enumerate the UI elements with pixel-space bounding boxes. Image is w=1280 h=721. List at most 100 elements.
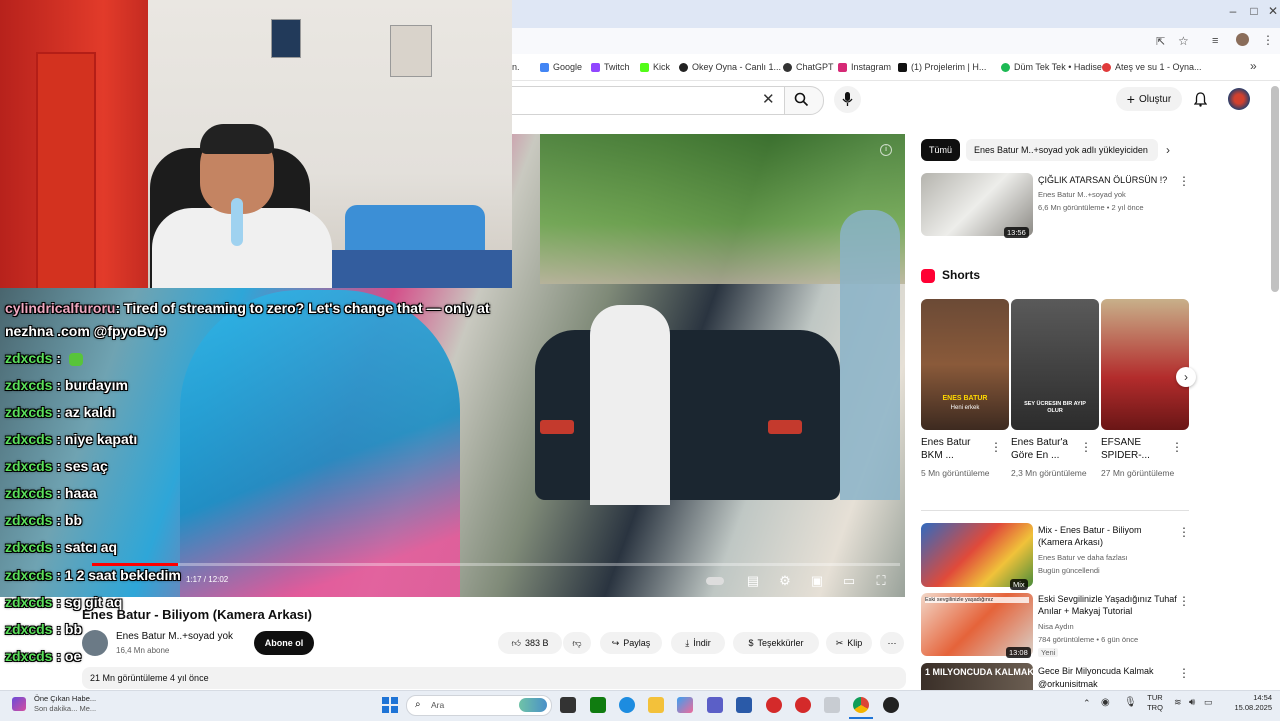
info-icon[interactable]: i bbox=[880, 144, 892, 156]
short-thumbnail[interactable]: SEY ÜCRESIN BIR AYIP OLUR bbox=[1011, 299, 1099, 430]
account-avatar[interactable] bbox=[1228, 88, 1250, 110]
thanks-button[interactable]: $ Teşekkürler bbox=[733, 632, 819, 654]
recommended-thumbnail[interactable]: 1 MILYONCUDA KALMAK bbox=[921, 663, 1033, 690]
microphone-icon bbox=[842, 92, 853, 106]
bookmark-chatgpt[interactable]: ChatGPT bbox=[783, 58, 834, 76]
share-button[interactable]: ↪ Paylaş bbox=[600, 632, 662, 654]
install-app-icon[interactable]: ⇱ bbox=[1156, 35, 1165, 48]
chat-message: zdxcds : ses aç bbox=[5, 458, 108, 474]
language-indicator[interactable]: TUR TRQ bbox=[1143, 693, 1167, 713]
volume-icon[interactable]: 🔊︎ bbox=[1189, 697, 1195, 708]
xbox-icon[interactable] bbox=[590, 697, 606, 713]
clear-search-icon[interactable]: ✕ bbox=[762, 90, 775, 108]
chrome-icon[interactable] bbox=[853, 697, 869, 713]
more-options-icon[interactable]: ⋮ bbox=[1178, 666, 1190, 680]
tray-overflow-icon[interactable]: ⌃ bbox=[1083, 698, 1091, 709]
tray-mic-icon[interactable]: 🎙︎ bbox=[1124, 697, 1137, 708]
recommended-channel[interactable]: @orkunisitmak bbox=[1038, 678, 1178, 690]
bookmark-kick[interactable]: Kick bbox=[640, 58, 670, 76]
taskbar-search-box[interactable]: ⌕ Ara bbox=[406, 695, 552, 716]
channel-name[interactable]: Enes Batur M..+soyad yok bbox=[116, 631, 233, 642]
edge-icon[interactable] bbox=[619, 697, 635, 713]
app-icon-red[interactable] bbox=[766, 697, 782, 713]
recommended-title[interactable]: ÇIĞLIK ATARSAN ÖLÜRSÜN !? bbox=[1038, 174, 1178, 186]
profile-avatar[interactable] bbox=[1236, 33, 1249, 46]
notifications-bell-icon[interactable] bbox=[1194, 92, 1207, 107]
shorts-next-button[interactable]: › bbox=[1176, 367, 1196, 387]
task-view-icon[interactable] bbox=[560, 697, 576, 713]
bookmarks-overflow-icon[interactable]: » bbox=[1250, 59, 1257, 73]
chip-from-uploader[interactable]: Enes Batur M..+soyad yok adlı yükleyicid… bbox=[966, 139, 1158, 161]
download-button[interactable]: ⤓ İndir bbox=[671, 632, 725, 654]
short-title[interactable]: Enes Batur'a Göre En ... bbox=[1011, 436, 1081, 462]
more-options-icon[interactable]: ⋮ bbox=[990, 440, 1002, 454]
theater-mode-icon[interactable]: ▭ bbox=[840, 574, 858, 588]
more-actions-icon[interactable]: ⋯ bbox=[880, 632, 904, 654]
chat-message: nezhna .com @fpyoBvj9 bbox=[5, 323, 167, 339]
clip-button[interactable]: ✂ Klip bbox=[826, 632, 872, 654]
more-options-icon[interactable]: ⋮ bbox=[1080, 440, 1092, 454]
recommended-title[interactable]: Mix - Enes Batur - Biliyom (Kamera Arkas… bbox=[1038, 524, 1178, 548]
clock[interactable]: 14:54 15.08.2025 bbox=[1220, 693, 1272, 713]
more-options-icon[interactable]: ⋮ bbox=[1178, 525, 1190, 539]
bookmark-google[interactable]: Google bbox=[540, 58, 582, 76]
bookmark-star-icon[interactable]: ☆ bbox=[1178, 34, 1189, 48]
tray-app-icon[interactable]: ◉ bbox=[1101, 697, 1110, 708]
minimize-icon[interactable]: – bbox=[1222, 4, 1244, 18]
recommended-meta: 784 görüntüleme • 6 gün önce bbox=[1038, 635, 1139, 644]
close-icon[interactable]: ✕ bbox=[1262, 4, 1280, 18]
thanks-icon: $ bbox=[748, 638, 754, 648]
short-title[interactable]: Enes Batur BKM ... bbox=[921, 436, 991, 462]
app-icon-dark[interactable] bbox=[883, 697, 899, 713]
recommended-title[interactable]: Gece Bir Milyoncuda Kalmak bbox=[1038, 665, 1178, 677]
spotify-icon bbox=[1001, 62, 1010, 72]
file-explorer-icon[interactable] bbox=[648, 697, 664, 713]
settings-gear-icon[interactable]: ⚙ bbox=[776, 574, 794, 588]
short-thumbnail[interactable]: ENES BATUR Heni erkek bbox=[921, 299, 1009, 430]
recommended-channel[interactable]: Enes Batur ve daha fazlası bbox=[1038, 553, 1178, 562]
media-control-icon[interactable]: ≡ bbox=[1212, 35, 1218, 47]
progress-bar[interactable] bbox=[92, 563, 900, 566]
bookmark-instagram[interactable]: Instagram bbox=[838, 58, 891, 76]
short-title[interactable]: EFSANE SPIDER-... bbox=[1101, 436, 1171, 462]
more-options-icon[interactable]: ⋮ bbox=[1171, 440, 1183, 454]
news-widget-title[interactable]: Öne Çıkan Habe... bbox=[34, 694, 96, 703]
page-scrollbar[interactable] bbox=[1271, 86, 1279, 292]
bookmark-hadise[interactable]: Düm Tek Tek • Hadise bbox=[1001, 58, 1102, 76]
recommended-title[interactable]: Eski Sevgilinizle Yaşadığınız Tuhaf Anıl… bbox=[1038, 593, 1178, 617]
short-thumbnail[interactable] bbox=[1101, 299, 1189, 430]
chip-all[interactable]: Tümü bbox=[921, 139, 961, 161]
subtitles-icon[interactable]: ▤ bbox=[744, 574, 762, 588]
bookmark-partial[interactable]: n. bbox=[512, 58, 520, 76]
bookmark-ates-ve-su[interactable]: Ateş ve su 1 - Oyna... bbox=[1102, 58, 1202, 76]
create-button[interactable]: + Oluştur bbox=[1116, 87, 1182, 111]
like-button[interactable]: 👍︎ 383 B bbox=[498, 632, 562, 654]
description-box[interactable]: 21 Mn görüntüleme 4 yıl önce bbox=[82, 667, 906, 689]
recommended-channel[interactable]: Nisa Aydın bbox=[1038, 622, 1178, 631]
bookmark-okey[interactable]: Okey Oyna - Canlı 1... bbox=[679, 58, 781, 76]
miniplayer-icon[interactable]: ▣ bbox=[808, 574, 826, 588]
store-icon[interactable] bbox=[736, 697, 752, 713]
subscribe-button[interactable]: Abone ol bbox=[254, 631, 314, 655]
recommended-channel[interactable]: Enes Batur M..+soyad yok bbox=[1038, 190, 1178, 199]
bookmark-twitch[interactable]: Twitch bbox=[591, 58, 630, 76]
bookmark-projelerim[interactable]: (1) Projelerim | H... bbox=[898, 58, 986, 76]
windows-start-icon[interactable] bbox=[382, 697, 398, 713]
browser-menu-icon[interactable]: ⋮ bbox=[1262, 33, 1274, 47]
app-icon-red-2[interactable] bbox=[795, 697, 811, 713]
battery-icon[interactable]: ▭ bbox=[1204, 697, 1213, 708]
autoplay-toggle[interactable] bbox=[706, 574, 724, 588]
more-options-icon[interactable]: ⋮ bbox=[1178, 594, 1190, 608]
teams-icon[interactable] bbox=[707, 697, 723, 713]
more-options-icon[interactable]: ⋮ bbox=[1178, 174, 1190, 188]
search-input[interactable] bbox=[512, 86, 785, 115]
chevron-right-icon[interactable]: › bbox=[1166, 143, 1170, 157]
search-icon: ⌕ bbox=[415, 699, 421, 710]
wifi-icon[interactable]: ≋ bbox=[1174, 697, 1182, 708]
news-widget-icon[interactable] bbox=[12, 697, 26, 711]
dislike-button[interactable]: 👎︎ bbox=[563, 632, 591, 654]
copilot-icon[interactable] bbox=[677, 697, 693, 713]
fullscreen-icon[interactable]: ⛶ bbox=[872, 574, 890, 588]
app-icon-grey[interactable] bbox=[824, 697, 840, 713]
channel-avatar[interactable] bbox=[82, 630, 108, 656]
